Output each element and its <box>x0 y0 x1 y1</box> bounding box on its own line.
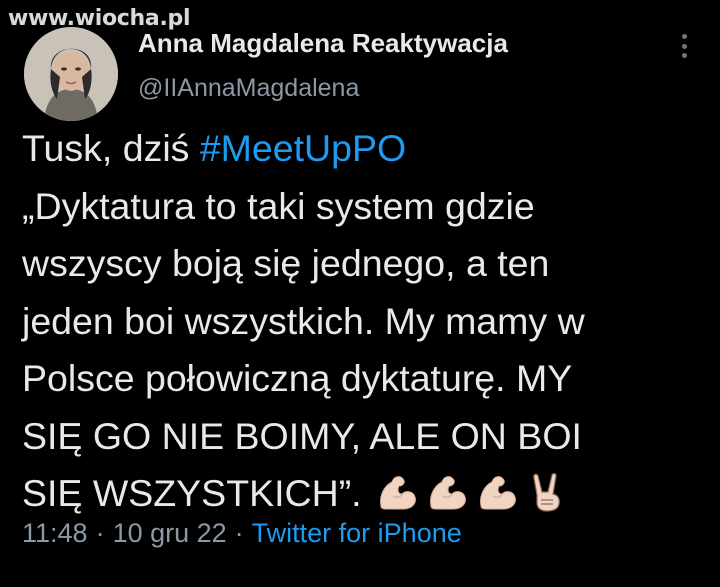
tweet-line: „Dyktatura to taki system gdzie <box>22 184 535 227</box>
more-dot <box>681 34 687 39</box>
tweet-line: Tusk, dziś #MeetUpPO <box>22 120 712 178</box>
tweet-line-text: SIĘ WSZYSTKICH”. <box>22 472 362 514</box>
tweet-line-text: Tusk, dziś <box>22 127 200 169</box>
watermark: www.wiocha.pl <box>8 6 191 31</box>
flexed-biceps-icon <box>476 470 520 514</box>
meta-separator: · <box>234 518 244 548</box>
tweet-time[interactable]: 11:48 <box>22 518 88 548</box>
tweet-line: SIĘ GO NIE BOIMY, ALE ON BOI <box>22 414 582 457</box>
tweet-text: Tusk, dziś #MeetUpPO „Dyktatura to taki … <box>22 120 712 523</box>
tweet-line: SIĘ WSZYSTKICH”. <box>22 465 712 523</box>
tweet-line: wszyscy boją się jednego, a ten <box>22 242 550 284</box>
emoji-row <box>376 470 570 514</box>
flexed-biceps-icon <box>426 470 470 514</box>
hashtag-link[interactable]: #MeetUpPO <box>200 127 406 169</box>
avatar-photo <box>24 27 118 121</box>
more-vertical-icon[interactable] <box>672 32 696 60</box>
avatar[interactable] <box>24 27 118 121</box>
tweet-line: Polsce połowiczną dyktaturę. MY <box>22 357 573 399</box>
flexed-biceps-icon <box>376 470 420 514</box>
more-dot <box>681 53 687 58</box>
user-handle[interactable]: @IIAnnaMagdalena <box>138 74 359 103</box>
display-name[interactable]: Anna Magdalena Reaktywacja <box>138 28 508 59</box>
tweet-date[interactable]: 10 gru 22 <box>113 518 227 548</box>
tweet-meta: 11:48 · 10 gru 22 · Twitter for iPhone <box>22 518 462 549</box>
tweet-line: jeden boi wszystkich. My mamy w <box>22 299 585 342</box>
more-dot <box>681 43 687 49</box>
victory-hand-icon <box>526 470 570 514</box>
tweet-source-link[interactable]: Twitter for iPhone <box>252 518 462 548</box>
meta-separator: · <box>95 518 105 548</box>
